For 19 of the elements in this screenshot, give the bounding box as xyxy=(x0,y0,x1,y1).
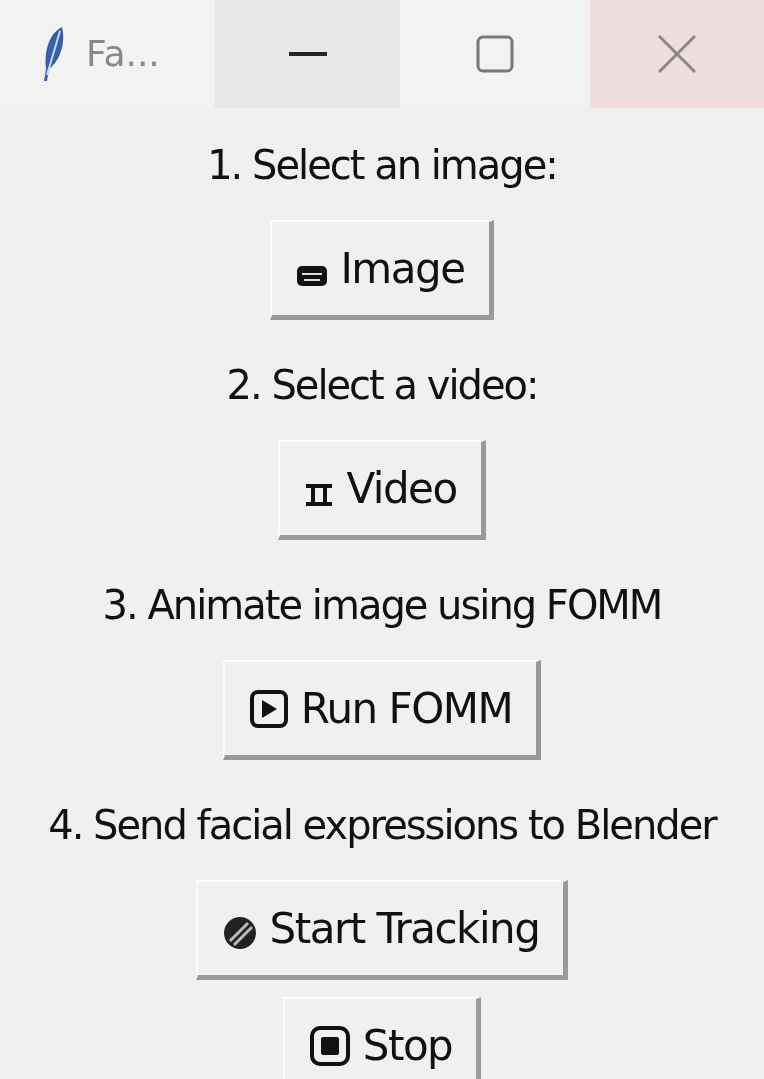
action-button[interactable]: Start Tracking xyxy=(195,880,569,980)
maximize-icon xyxy=(476,35,514,73)
film-icon xyxy=(304,482,335,507)
striped-ball-icon xyxy=(221,914,258,951)
step-label: 4. Send facial expressions to Blender xyxy=(48,801,716,850)
minimize-button[interactable] xyxy=(215,0,400,108)
action-button[interactable]: Image xyxy=(270,220,494,320)
play-icon xyxy=(248,688,289,729)
step-label: 2. Select a video: xyxy=(226,361,538,410)
minimize-icon xyxy=(288,52,327,56)
action-button[interactable]: Video xyxy=(278,440,486,540)
close-button[interactable] xyxy=(590,0,764,108)
step-label: 3. Animate image using FOMM xyxy=(102,581,662,630)
close-icon xyxy=(657,34,697,74)
action-button[interactable]: Run FOMM xyxy=(222,660,542,760)
stop-icon xyxy=(308,1024,351,1067)
action-button[interactable]: Stop xyxy=(282,997,482,1079)
step-label: 1. Select an image: xyxy=(207,141,557,190)
window-title: Fa... xyxy=(86,32,160,76)
